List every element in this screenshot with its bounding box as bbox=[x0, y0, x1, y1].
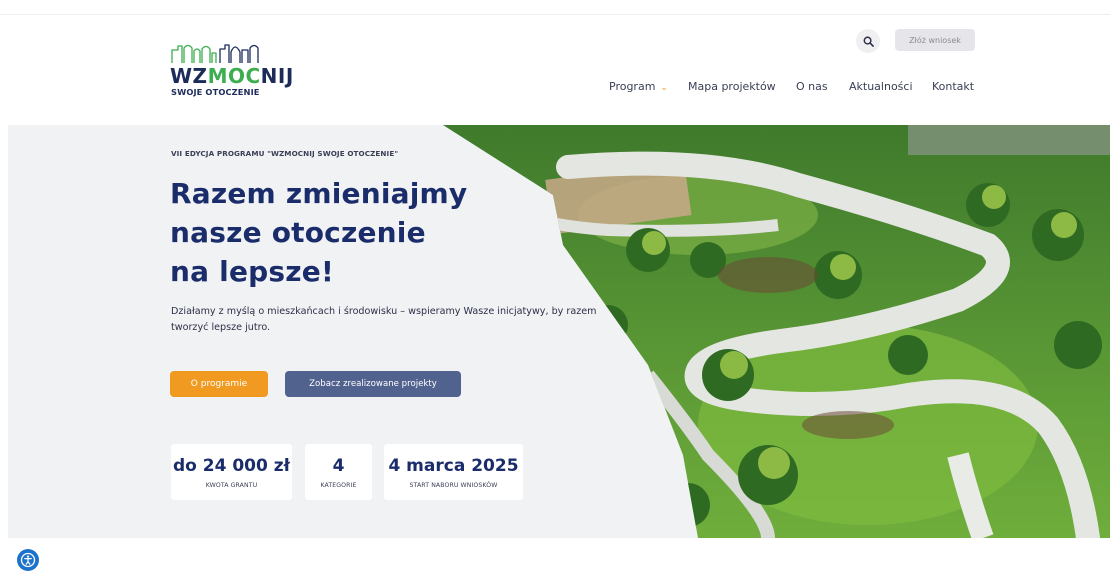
hero-title-line-1: Razem zmieniajmy bbox=[170, 177, 468, 210]
nav-item-kontakt[interactable]: Kontakt bbox=[932, 80, 974, 93]
nav-item-program[interactable]: Program ⌄ bbox=[609, 80, 668, 93]
search-button[interactable] bbox=[856, 29, 880, 53]
stat-card-grant: do 24 000 zł KWOTA GRANTU bbox=[171, 444, 292, 500]
stat-label: KATEGORIE bbox=[320, 482, 357, 489]
nav-item-aktualnosci[interactable]: Aktualności bbox=[849, 80, 913, 93]
hero-title-line-3: na lepsze! bbox=[170, 255, 334, 288]
stat-label: START NABORU WNIOSKÓW bbox=[409, 482, 498, 489]
apply-button[interactable]: Złóż wniosek bbox=[895, 29, 975, 51]
stat-card-start-date: 4 marca 2025 START NABORU WNIOSKÓW bbox=[384, 444, 523, 500]
search-icon bbox=[863, 36, 874, 47]
stat-label: KWOTA GRANTU bbox=[205, 482, 258, 489]
city-skyline-icon bbox=[171, 44, 259, 63]
main-nav: Program ⌄ Mapa projektów O nas Aktualnośc… bbox=[0, 80, 1110, 98]
accessibility-icon bbox=[20, 552, 36, 568]
nav-item-mapa-projektow[interactable]: Mapa projektów bbox=[688, 80, 776, 93]
chevron-down-icon: ⌄ bbox=[660, 83, 668, 93]
stat-value: 4 bbox=[332, 456, 345, 476]
hero-eyebrow: VII EDYCJA PROGRAMU "WZMOCNIJ SWOJE OTOC… bbox=[171, 149, 399, 158]
hero-description: Działamy z myślą o mieszkańcach i środow… bbox=[171, 306, 597, 333]
stat-value: do 24 000 zł bbox=[173, 456, 290, 476]
nav-item-o-nas[interactable]: O nas bbox=[796, 80, 828, 93]
stat-card-categories: 4 KATEGORIE bbox=[305, 444, 372, 500]
hero-title-line-2: nasze otoczenie bbox=[170, 216, 426, 249]
about-program-button[interactable]: O programie bbox=[170, 371, 268, 397]
view-projects-button[interactable]: Zobacz zrealizowane projekty bbox=[285, 371, 461, 397]
accessibility-button[interactable] bbox=[17, 549, 39, 571]
top-divider bbox=[0, 14, 1110, 15]
stat-value: 4 marca 2025 bbox=[388, 456, 519, 476]
